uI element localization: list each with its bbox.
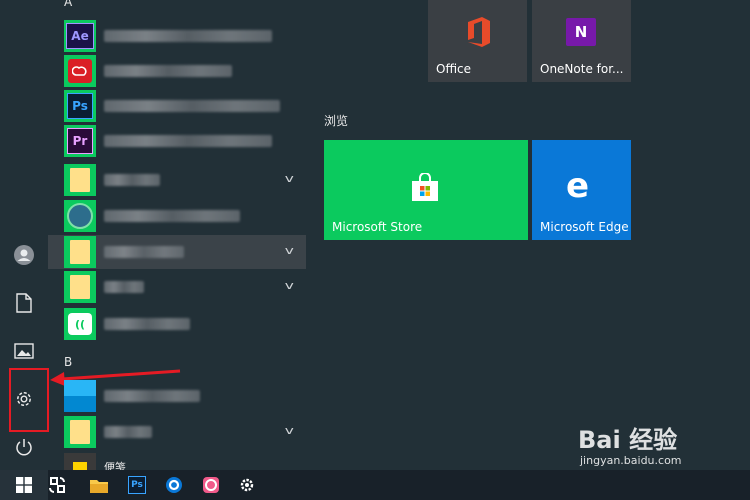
chevron-down-icon[interactable]: v	[285, 279, 294, 292]
app-label-blurred	[104, 426, 152, 438]
tile-group-title[interactable]: 浏览	[324, 112, 348, 129]
tile-microsoft-store[interactable]: Microsoft Store	[324, 140, 528, 240]
chevron-down-icon[interactable]: v	[285, 244, 294, 257]
creative-cloud-icon	[64, 55, 96, 87]
browser-icon	[166, 477, 182, 493]
explorer-icon	[90, 479, 108, 493]
app-folder-item[interactable]: v	[48, 235, 306, 269]
annotation-highlight-box	[9, 368, 49, 432]
documents-button[interactable]	[0, 283, 48, 323]
tile-label: OneNote for...	[540, 62, 624, 76]
app-item[interactable]	[48, 199, 306, 233]
office-icon	[468, 17, 490, 47]
chevron-down-icon[interactable]: v	[285, 424, 294, 437]
tile-office[interactable]: Office	[428, 0, 527, 82]
settings-icon	[240, 478, 254, 492]
app-label-blurred	[104, 318, 190, 330]
app-folder-item[interactable]: v	[48, 270, 306, 304]
taskbar-file-explorer[interactable]	[88, 470, 110, 500]
onenote-icon: N	[566, 18, 596, 46]
tile-label: Microsoft Edge	[540, 220, 629, 234]
iqiyi-icon: ((	[64, 308, 96, 340]
app-item[interactable]: 便笺	[48, 452, 306, 470]
folder-icon	[64, 271, 96, 303]
baidu-jingyan-watermark: Bai 经验 jingyan.baidu.com	[578, 426, 682, 467]
power-button[interactable]	[0, 427, 48, 467]
sticky-notes-icon	[64, 453, 96, 470]
app-folder-item[interactable]: v	[48, 415, 306, 449]
tile-onenote[interactable]: N OneNote for...	[532, 0, 631, 82]
document-icon	[16, 293, 32, 313]
app-label-blurred	[104, 100, 280, 112]
app-folder-item[interactable]: v	[48, 163, 306, 197]
edge-icon: e	[566, 166, 590, 206]
app-label-blurred	[104, 174, 160, 186]
store-icon	[412, 173, 438, 201]
app-label-blurred	[104, 135, 272, 147]
folder-icon	[64, 164, 96, 196]
app-item[interactable]: ((	[48, 307, 306, 341]
app-label-blurred	[104, 210, 240, 222]
tile-label: Office	[436, 62, 472, 76]
start-menu: A Ae Ps Pr v v v ((B v 便笺 Office N OneN…	[0, 0, 750, 470]
taskbar-app[interactable]	[46, 470, 68, 500]
app-item[interactable]	[48, 379, 306, 413]
pr-icon: Pr	[64, 125, 96, 157]
folder-icon	[64, 236, 96, 268]
app-icon	[64, 380, 96, 412]
taskbar-app[interactable]	[200, 470, 222, 500]
taskbar-browser[interactable]	[163, 470, 185, 500]
taskbar-settings[interactable]	[236, 470, 258, 500]
ps-icon: Ps	[128, 476, 146, 494]
app-icon	[203, 477, 219, 493]
app-label-blurred	[104, 30, 272, 42]
app-item[interactable]: Pr	[48, 124, 306, 158]
ps-icon: Ps	[64, 90, 96, 122]
app-label-blurred	[104, 390, 200, 402]
app-item[interactable]: Ae	[48, 19, 306, 53]
app-label-blurred	[104, 281, 144, 293]
letter-header-a[interactable]: A	[64, 0, 72, 9]
ae-icon: Ae	[64, 20, 96, 52]
app-item[interactable]	[48, 54, 306, 88]
app-icon	[64, 200, 96, 232]
user-account-button[interactable]	[0, 235, 48, 275]
app-list: A Ae Ps Pr v v v ((B v 便笺	[48, 0, 306, 470]
pictures-button[interactable]	[0, 331, 48, 371]
pictures-icon	[14, 343, 34, 359]
app-label: 便笺	[104, 461, 126, 470]
start-button[interactable]	[0, 470, 48, 500]
user-icon	[14, 245, 34, 265]
windows-icon	[16, 477, 32, 493]
letter-header-b[interactable]: B	[64, 355, 72, 369]
tile-label: Microsoft Store	[332, 220, 423, 234]
app-item[interactable]: Ps	[48, 89, 306, 123]
taskbar-photoshop[interactable]: Ps	[126, 470, 148, 500]
power-icon	[16, 439, 32, 456]
folder-icon	[64, 416, 96, 448]
app-label-blurred	[104, 246, 184, 258]
tile-microsoft-edge[interactable]: e Microsoft Edge	[532, 140, 631, 240]
app-icon	[49, 477, 65, 493]
chevron-down-icon[interactable]: v	[285, 172, 294, 185]
app-label-blurred	[104, 65, 232, 77]
taskbar: Ps	[0, 470, 750, 500]
